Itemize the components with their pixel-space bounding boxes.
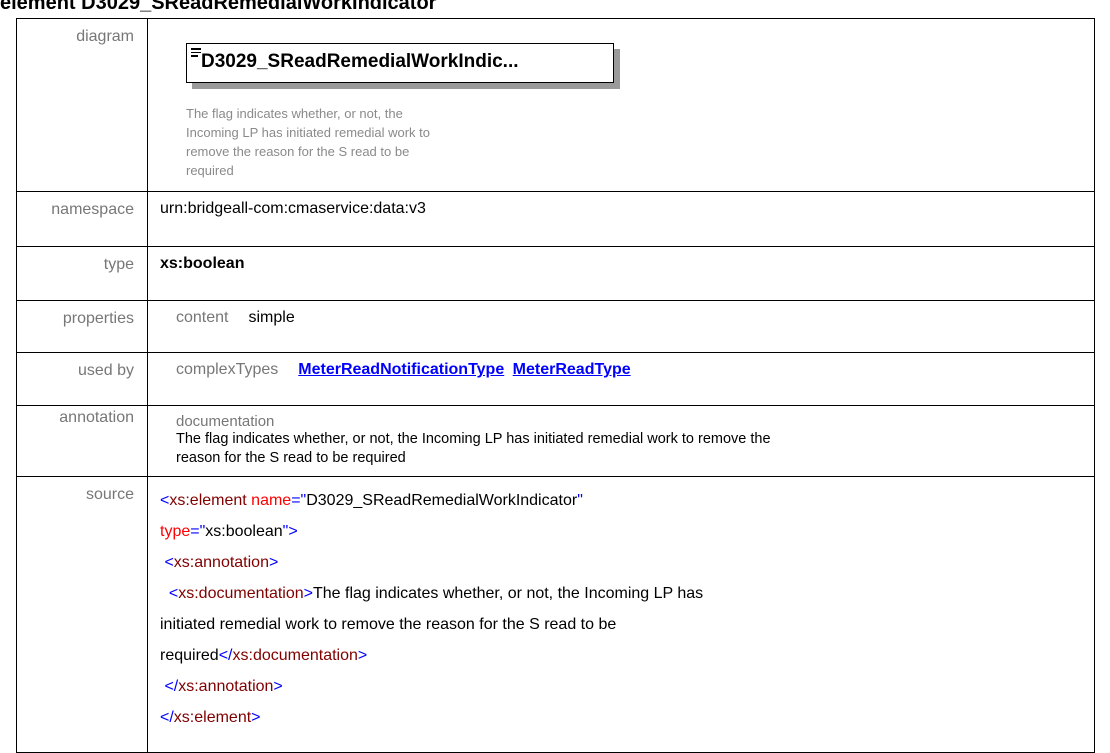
page-title: element D3029_SReadRemedialWorkIndicator bbox=[0, 0, 437, 14]
source-code: <xs:element name="D3029_SReadRemedialWor… bbox=[147, 476, 1095, 753]
annotation-text-line: The flag indicates whether, or not, the … bbox=[176, 431, 771, 447]
diagram-cell: D3029_SReadRemedialWorkIndic... The flag… bbox=[147, 18, 1095, 192]
annotation-row: annotation documentation The flag indica… bbox=[16, 405, 1095, 477]
source-line-7: </xs:annotation> bbox=[160, 671, 1082, 702]
source-line-5: initiated remedial work to remove the re… bbox=[160, 609, 1082, 640]
properties-row: properties content simple bbox=[16, 300, 1095, 353]
annotation-value: documentation The flag indicates whether… bbox=[147, 405, 1095, 477]
properties-key: content bbox=[176, 309, 229, 326]
source-row: source <xs:element name="D3029_SReadReme… bbox=[16, 476, 1095, 753]
namespace-label: namespace bbox=[16, 191, 148, 247]
token: > bbox=[273, 678, 283, 695]
token: < bbox=[160, 492, 170, 509]
link-meter-read-notification-type[interactable]: MeterReadNotificationType bbox=[298, 361, 504, 378]
used-by-value: complexTypes MeterReadNotificationType Me… bbox=[147, 352, 1095, 406]
token: xs:annotation bbox=[178, 678, 274, 695]
diagram-doc-line: Incoming LP has initiated remedial work … bbox=[186, 125, 430, 140]
token: name bbox=[246, 492, 292, 509]
token: </ bbox=[160, 678, 179, 695]
token: xs:documentation bbox=[178, 585, 304, 602]
diagram-row: diagram D3029_SReadRemedialWorkIndic... … bbox=[16, 18, 1095, 192]
properties-label: properties bbox=[16, 300, 148, 353]
used-by-row: used by complexTypes MeterReadNotificatio… bbox=[16, 352, 1095, 406]
source-line-6: required</xs:documentation> bbox=[160, 640, 1082, 671]
token: D3029_SReadRemedialWorkIndicator bbox=[306, 492, 578, 509]
namespace-row: namespace urn:bridgeall-com:cmaservice:d… bbox=[16, 191, 1095, 247]
element-lines-icon bbox=[191, 48, 201, 59]
annotation-label: annotation bbox=[16, 405, 148, 477]
type-value: xs:boolean bbox=[147, 246, 1095, 301]
diagram-doc-line: remove the reason for the S read to be bbox=[186, 144, 410, 159]
namespace-value: urn:bridgeall-com:cmaservice:data:v3 bbox=[147, 191, 1095, 247]
token: > bbox=[268, 554, 279, 571]
diagram-documentation: The flag indicates whether, or not, the … bbox=[186, 104, 546, 180]
source-label: source bbox=[16, 476, 148, 753]
properties-value: content simple bbox=[147, 300, 1095, 353]
element-name: D3029_SReadRemedialWorkIndic... bbox=[201, 51, 519, 72]
type-label: type bbox=[16, 246, 148, 301]
token: xs:boolean bbox=[205, 523, 283, 540]
properties-content: simple bbox=[248, 309, 295, 326]
element-properties-table: diagram D3029_SReadRemedialWorkIndic... … bbox=[16, 18, 1095, 753]
annotation-key: documentation bbox=[176, 413, 275, 430]
source-line-1: <xs:element name="D3029_SReadRemedialWor… bbox=[160, 485, 1082, 516]
source-line-8: </xs:element> bbox=[160, 702, 1082, 733]
token: The flag indicates whether, or not, the … bbox=[312, 585, 704, 602]
token: > bbox=[357, 647, 368, 664]
token: type bbox=[160, 523, 191, 540]
type-name: xs:boolean bbox=[160, 255, 245, 272]
token: xs:documentation bbox=[232, 647, 358, 664]
token: < bbox=[160, 585, 179, 602]
source-line-4: <xs:documentation>The flag indicates whe… bbox=[160, 578, 1082, 609]
token: > bbox=[303, 585, 313, 602]
element-box[interactable]: D3029_SReadRemedialWorkIndic... bbox=[186, 43, 614, 83]
source-line-3: <xs:annotation> bbox=[160, 547, 1082, 578]
token: xs:element bbox=[169, 492, 247, 509]
token: =" bbox=[291, 492, 307, 509]
used-by-label: used by bbox=[16, 352, 148, 406]
token: "> bbox=[282, 523, 298, 540]
annotation-text-line: reason for the S read to be required bbox=[176, 450, 406, 466]
token: required bbox=[160, 647, 219, 664]
token: " bbox=[577, 492, 583, 509]
token: xs:annotation bbox=[173, 554, 269, 571]
token: initiated remedial work to remove the re… bbox=[160, 616, 617, 633]
diagram-label: diagram bbox=[16, 18, 148, 192]
diagram-doc-line: The flag indicates whether, or not, the bbox=[186, 106, 403, 121]
token: =" bbox=[190, 523, 206, 540]
link-meter-read-type[interactable]: MeterReadType bbox=[513, 361, 631, 378]
used-by-key: complexTypes bbox=[176, 361, 279, 378]
diagram-doc-line: required bbox=[186, 163, 234, 178]
token: </ bbox=[218, 647, 233, 664]
source-line-2: type="xs:boolean"> bbox=[160, 516, 1082, 547]
type-row: type xs:boolean bbox=[16, 246, 1095, 301]
token: < bbox=[160, 554, 174, 571]
